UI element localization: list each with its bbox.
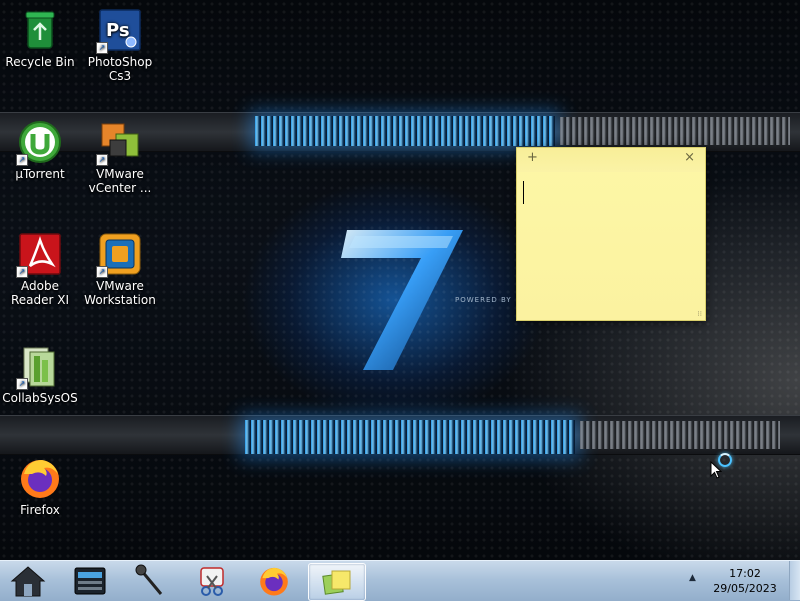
firefox-icon — [18, 456, 62, 500]
home-icon — [10, 566, 46, 597]
microphone-icon — [135, 564, 163, 595]
taskbar-sticky-notes-button[interactable] — [308, 563, 366, 601]
taskbar-scanner-button[interactable] — [62, 563, 118, 599]
taskbar-snipping-tool-button[interactable] — [184, 563, 240, 599]
photoshop-badge: Ps — [106, 20, 130, 41]
taskbar-microphone-button[interactable] — [122, 563, 178, 599]
desktop-icon-vmware-vcenter[interactable]: ↗ VMware vCenter ... — [80, 120, 160, 195]
wallpaper-grill-top — [255, 116, 555, 146]
sticky-notes-icon — [322, 570, 351, 595]
desktop-icon-recycle-bin[interactable]: Recycle Bin — [0, 8, 80, 69]
vmware-workstation-icon: ↗ — [96, 232, 142, 278]
clock-date: 29/05/2023 — [713, 582, 777, 595]
desktop-icon-adobe-reader[interactable]: ↗ Adobe Reader XI — [0, 232, 80, 307]
new-note-button[interactable]: + — [527, 150, 538, 165]
wallpaper-grill-right-bottom — [580, 421, 780, 449]
windows-7-logo — [341, 230, 463, 370]
mouse-pointer-icon — [710, 461, 722, 479]
wallpaper-powered-by-text: POWERED BY — [455, 296, 512, 304]
desktop-icon-vmware-workstation[interactable]: ↗ VMware Workstation — [80, 232, 160, 307]
firefox-icon — [260, 567, 288, 596]
desktop-icon-firefox[interactable]: Firefox — [0, 456, 80, 517]
taskbar — [0, 560, 800, 601]
desktop-icon-photoshop[interactable]: Ps ↗ PhotoShop Cs3 — [80, 8, 160, 83]
photoshop-icon: Ps ↗ — [96, 8, 142, 54]
sticky-note-title-bar[interactable]: + × — [517, 148, 705, 172]
utorrent-icon: ↗ — [16, 120, 62, 166]
desktop-icon-label: VMware vCenter ... — [88, 167, 152, 195]
desktop: POWERED BY Recycle Bin Ps ↗ PhotoShop Cs… — [0, 0, 800, 560]
taskbar-clock[interactable]: 17:02 29/05/2023 — [706, 566, 784, 596]
resize-grip-icon[interactable]: ⁞⁞ — [698, 310, 702, 318]
desktop-icon-label: PhotoShop Cs3 — [87, 55, 153, 83]
shortcut-arrow-icon: ↗ — [16, 266, 28, 278]
sticky-note-window[interactable]: + × ⁞⁞ — [516, 147, 706, 321]
collabsysos-icon: ↗ — [16, 344, 62, 390]
adobe-reader-icon: ↗ — [16, 232, 62, 278]
desktop-icon-utorrent[interactable]: ↗ µTorrent — [0, 120, 80, 181]
shortcut-arrow-icon: ↗ — [16, 154, 28, 166]
desktop-icon-label: VMware Workstation — [84, 279, 156, 307]
desktop-icon-label: Adobe Reader XI — [10, 279, 70, 307]
desktop-icon-label: CollabSysOS — [2, 391, 78, 405]
vmware-vcenter-icon: ↗ — [96, 120, 142, 166]
sticky-note-text-area[interactable] — [517, 172, 705, 320]
desktop-icon-label: µTorrent — [15, 167, 65, 181]
snipping-tool-icon — [200, 567, 224, 596]
shortcut-arrow-icon: ↗ — [96, 266, 108, 278]
wallpaper-grill-bottom — [245, 420, 575, 454]
text-caret — [523, 181, 524, 204]
show-desktop-button[interactable] — [789, 561, 800, 600]
taskbar-firefox-button[interactable] — [246, 563, 302, 599]
scanner-icon — [74, 567, 106, 595]
desktop-icon-label: Firefox — [20, 503, 60, 517]
wallpaper-grill-right-top — [560, 117, 790, 145]
desktop-icon-label: Recycle Bin — [5, 55, 75, 69]
show-hidden-icons-button[interactable]: ▲ — [689, 573, 696, 583]
recycle-bin-icon — [18, 8, 62, 52]
close-note-button[interactable]: × — [684, 150, 695, 165]
clock-time: 17:02 — [729, 567, 761, 580]
desktop-icon-collabsysos[interactable]: ↗ CollabSysOS — [0, 344, 80, 405]
shortcut-arrow-icon: ↗ — [96, 42, 108, 54]
taskbar-start-home-button[interactable] — [0, 563, 56, 599]
shortcut-arrow-icon: ↗ — [16, 378, 28, 390]
shortcut-arrow-icon: ↗ — [96, 154, 108, 166]
